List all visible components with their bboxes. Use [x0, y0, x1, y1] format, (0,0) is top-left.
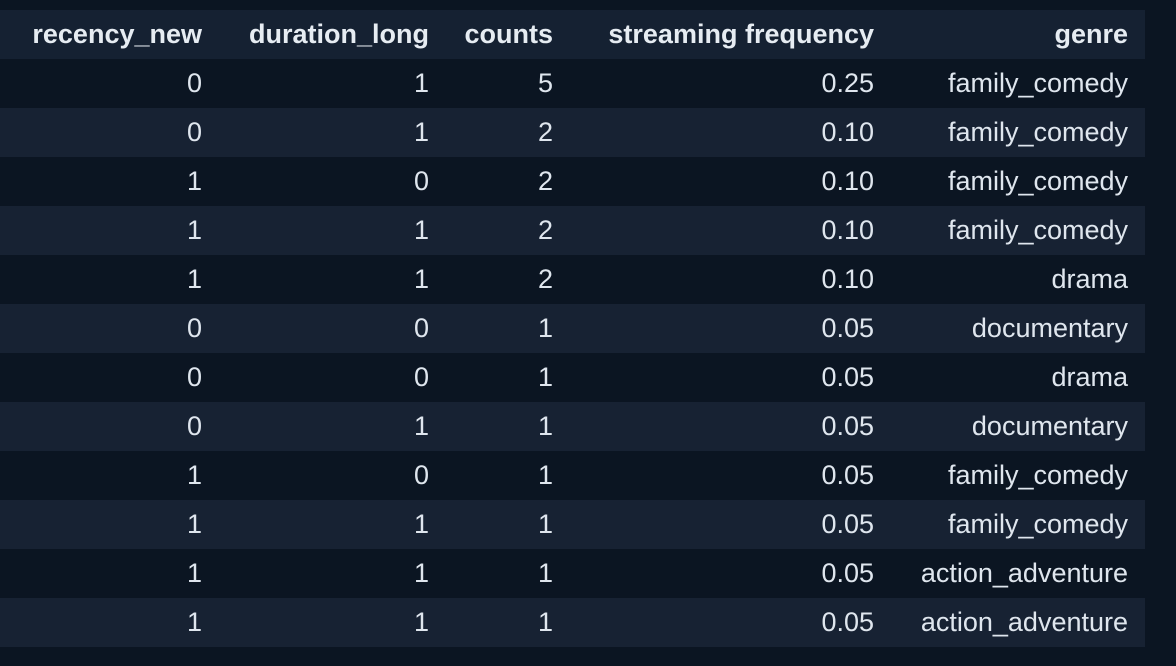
cell-recency-new: 1 — [186, 509, 202, 539]
cell-duration-long: 0 — [413, 362, 429, 392]
cell-recency-new: 1 — [186, 166, 202, 196]
cell-counts: 2 — [537, 215, 553, 245]
cell-duration-long: 1 — [413, 411, 429, 441]
cell-recency-new: 1 — [186, 607, 202, 637]
header-row: recency_new duration_long counts streami… — [0, 10, 1145, 59]
column-header-duration-long: duration_long — [249, 19, 429, 49]
cell-recency-new: 0 — [186, 117, 202, 147]
table-row: 1 1 2 0.10 family_comedy — [0, 206, 1145, 255]
cell-duration-long: 0 — [413, 166, 429, 196]
column-header-recency-new: recency_new — [32, 19, 202, 49]
cell-counts: 2 — [537, 264, 553, 294]
cell-genre: documentary — [971, 313, 1128, 343]
cell-genre: family_comedy — [947, 117, 1128, 147]
dataframe-container: recency_new duration_long counts streami… — [0, 10, 1145, 647]
cell-streaming-frequency: 0.05 — [821, 607, 874, 637]
cell-streaming-frequency: 0.05 — [821, 558, 874, 588]
cell-duration-long: 0 — [413, 460, 429, 490]
table-row: 0 1 2 0.10 family_comedy — [0, 108, 1145, 157]
table-row: 1 1 1 0.05 action_adventure — [0, 549, 1145, 598]
cell-duration-long: 1 — [413, 509, 429, 539]
cell-streaming-frequency: 0.25 — [821, 68, 874, 98]
cell-duration-long: 1 — [413, 558, 429, 588]
cell-duration-long: 0 — [413, 313, 429, 343]
cell-counts: 1 — [537, 607, 553, 637]
cell-duration-long: 1 — [413, 607, 429, 637]
cell-streaming-frequency: 0.10 — [821, 166, 874, 196]
cell-counts: 1 — [537, 313, 553, 343]
cell-recency-new: 1 — [186, 215, 202, 245]
cell-counts: 2 — [537, 166, 553, 196]
column-header-counts: counts — [464, 19, 553, 49]
table-row: 0 0 1 0.05 drama — [0, 353, 1145, 402]
table-row: 1 0 1 0.05 family_comedy — [0, 451, 1145, 500]
table-row: 0 1 1 0.05 documentary — [0, 402, 1145, 451]
cell-recency-new: 1 — [186, 264, 202, 294]
cell-genre: drama — [1051, 264, 1128, 294]
cell-streaming-frequency: 0.05 — [821, 460, 874, 490]
cell-genre: action_adventure — [920, 558, 1128, 588]
table-header: recency_new duration_long counts streami… — [0, 10, 1145, 59]
cell-counts: 1 — [537, 411, 553, 441]
cell-duration-long: 1 — [413, 68, 429, 98]
cell-genre: action_adventure — [920, 607, 1128, 637]
table-row: 1 1 1 0.05 action_adventure — [0, 598, 1145, 647]
table-row: 0 1 5 0.25 family_comedy — [0, 59, 1145, 108]
dataframe-table: recency_new duration_long counts streami… — [0, 10, 1145, 647]
cell-streaming-frequency: 0.05 — [821, 509, 874, 539]
table-row: 1 1 1 0.05 family_comedy — [0, 500, 1145, 549]
cell-counts: 1 — [537, 362, 553, 392]
cell-counts: 1 — [537, 460, 553, 490]
cell-counts: 1 — [537, 509, 553, 539]
column-header-streaming-frequency: streaming frequency — [608, 19, 874, 49]
column-header-genre: genre — [1054, 19, 1128, 49]
cell-streaming-frequency: 0.10 — [821, 117, 874, 147]
cell-duration-long: 1 — [413, 117, 429, 147]
cell-genre: drama — [1051, 362, 1128, 392]
cell-streaming-frequency: 0.10 — [821, 215, 874, 245]
cell-duration-long: 1 — [413, 215, 429, 245]
cell-streaming-frequency: 0.05 — [821, 411, 874, 441]
cell-genre: family_comedy — [947, 68, 1128, 98]
cell-genre: family_comedy — [947, 166, 1128, 196]
cell-streaming-frequency: 0.10 — [821, 264, 874, 294]
cell-genre: documentary — [971, 411, 1128, 441]
cell-recency-new: 1 — [186, 460, 202, 490]
cell-recency-new: 1 — [186, 558, 202, 588]
cell-genre: family_comedy — [947, 509, 1128, 539]
cell-counts: 2 — [537, 117, 553, 147]
cell-recency-new: 0 — [186, 313, 202, 343]
cell-genre: family_comedy — [947, 215, 1128, 245]
table-body: 0 1 5 0.25 family_comedy 0 1 2 0.10 family_comedy… — [0, 59, 1145, 647]
cell-counts: 5 — [537, 68, 553, 98]
table-row: 1 1 2 0.10 drama — [0, 255, 1145, 304]
cell-streaming-frequency: 0.05 — [821, 362, 874, 392]
table-row: 1 0 2 0.10 family_comedy — [0, 157, 1145, 206]
table-row: 0 0 1 0.05 documentary — [0, 304, 1145, 353]
cell-counts: 1 — [537, 558, 553, 588]
cell-duration-long: 1 — [413, 264, 429, 294]
cell-recency-new: 0 — [186, 411, 202, 441]
cell-recency-new: 0 — [186, 362, 202, 392]
cell-streaming-frequency: 0.05 — [821, 313, 874, 343]
cell-recency-new: 0 — [186, 68, 202, 98]
cell-genre: family_comedy — [947, 460, 1128, 490]
